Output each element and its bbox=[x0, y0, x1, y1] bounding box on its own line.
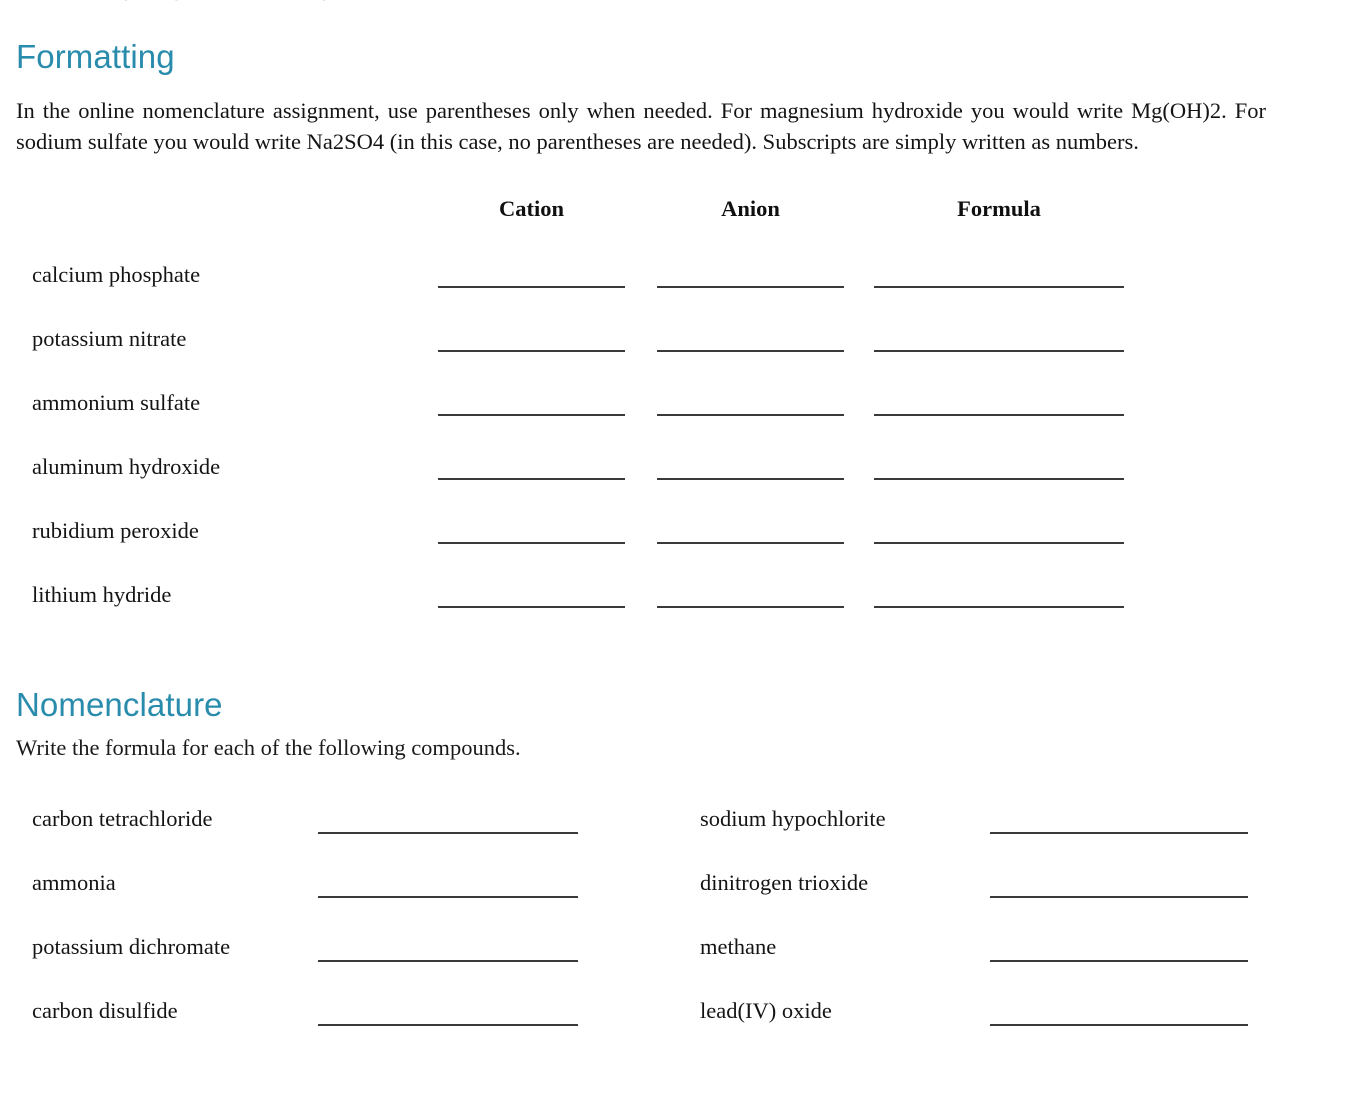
compound-name: rubidium peroxide bbox=[32, 518, 199, 543]
answer-blank-left[interactable] bbox=[318, 1024, 578, 1026]
list-item: carbon tetrachloride sodium hypochlorite bbox=[0, 806, 1367, 870]
answer-blank-cation[interactable] bbox=[438, 478, 625, 480]
answer-blank-cation[interactable] bbox=[438, 286, 625, 288]
nomenclature-grid: carbon tetrachloride sodium hypochlorite… bbox=[0, 806, 1367, 1062]
answer-blank-left[interactable] bbox=[318, 960, 578, 962]
nomenclature-heading-wrap: Nomenclature bbox=[16, 688, 223, 721]
answer-blank-right[interactable] bbox=[990, 1024, 1248, 1026]
formatting-table-header-row: Cation Anion Formula bbox=[0, 196, 1367, 240]
column-header-cation: Cation bbox=[498, 196, 564, 221]
answer-blank-anion[interactable] bbox=[657, 542, 844, 544]
compound-name: lithium hydride bbox=[32, 582, 172, 607]
compound-name-right: methane bbox=[700, 934, 777, 959]
compound-name-left: ammonia bbox=[32, 870, 116, 895]
list-item: carbon disulfide lead(IV) oxide bbox=[0, 998, 1367, 1062]
compound-name-left: potassium dichromate bbox=[32, 934, 231, 959]
column-header-formula: Formula bbox=[957, 196, 1041, 221]
list-item: ammonia dinitrogen trioxide bbox=[0, 870, 1367, 934]
answer-blank-formula[interactable] bbox=[874, 350, 1124, 352]
answer-blank-anion[interactable] bbox=[657, 414, 844, 416]
compound-name: aluminum hydroxide bbox=[32, 454, 221, 479]
formatting-instructions-paragraph: In the online nomenclature assignment, u… bbox=[16, 98, 1266, 154]
answer-blank-left[interactable] bbox=[318, 832, 578, 834]
compound-name-right: lead(IV) oxide bbox=[700, 998, 832, 1023]
nomenclature-instruction: Write the formula for each of the follow… bbox=[16, 735, 521, 760]
formatting-section-heading-wrap: Formatting bbox=[16, 40, 175, 73]
formatting-heading: Formatting bbox=[16, 38, 175, 75]
answer-blank-anion[interactable] bbox=[657, 350, 844, 352]
answer-blank-formula[interactable] bbox=[874, 542, 1124, 544]
compound-name-right: dinitrogen trioxide bbox=[700, 870, 869, 895]
answer-blank-cation[interactable] bbox=[438, 542, 625, 544]
answer-blank-cation[interactable] bbox=[438, 350, 625, 352]
nomenclature-heading: Nomenclature bbox=[16, 686, 223, 723]
answer-blank-anion[interactable] bbox=[657, 478, 844, 480]
answer-blank-cation[interactable] bbox=[438, 606, 625, 608]
answer-blank-right[interactable] bbox=[990, 960, 1248, 962]
worksheet-page: chemistry nomenclature Formatting In the… bbox=[0, 0, 1367, 1116]
header-rule-spacer bbox=[0, 240, 1367, 262]
table-row: ammonium sulfate bbox=[0, 390, 1367, 454]
column-header-anion: Anion bbox=[721, 196, 780, 221]
table-row: rubidium peroxide bbox=[0, 518, 1367, 582]
table-row: potassium nitrate bbox=[0, 326, 1367, 390]
compound-name: ammonium sulfate bbox=[32, 390, 201, 415]
compound-name-left: carbon disulfide bbox=[32, 998, 178, 1023]
table-row: calcium phosphate bbox=[0, 262, 1367, 326]
formatting-table: Cation Anion Formula calcium phosphate p… bbox=[0, 196, 1367, 646]
answer-blank-formula[interactable] bbox=[874, 478, 1124, 480]
answer-blank-cation[interactable] bbox=[438, 414, 625, 416]
compound-name: potassium nitrate bbox=[32, 326, 187, 351]
list-item: potassium dichromate methane bbox=[0, 934, 1367, 998]
clipped-text-remnant: chemistry nomenclature bbox=[110, 0, 630, 1]
answer-blank-left[interactable] bbox=[318, 896, 578, 898]
compound-name-left: carbon tetrachloride bbox=[32, 806, 213, 831]
compound-name-right: sodium hypochlorite bbox=[700, 806, 886, 831]
compound-name: calcium phosphate bbox=[32, 262, 201, 287]
answer-blank-right[interactable] bbox=[990, 832, 1248, 834]
answer-blank-formula[interactable] bbox=[874, 414, 1124, 416]
answer-blank-right[interactable] bbox=[990, 896, 1248, 898]
table-row: lithium hydride bbox=[0, 582, 1367, 646]
answer-blank-anion[interactable] bbox=[657, 606, 844, 608]
table-row: aluminum hydroxide bbox=[0, 454, 1367, 518]
answer-blank-anion[interactable] bbox=[657, 286, 844, 288]
answer-blank-formula[interactable] bbox=[874, 286, 1124, 288]
answer-blank-formula[interactable] bbox=[874, 606, 1124, 608]
